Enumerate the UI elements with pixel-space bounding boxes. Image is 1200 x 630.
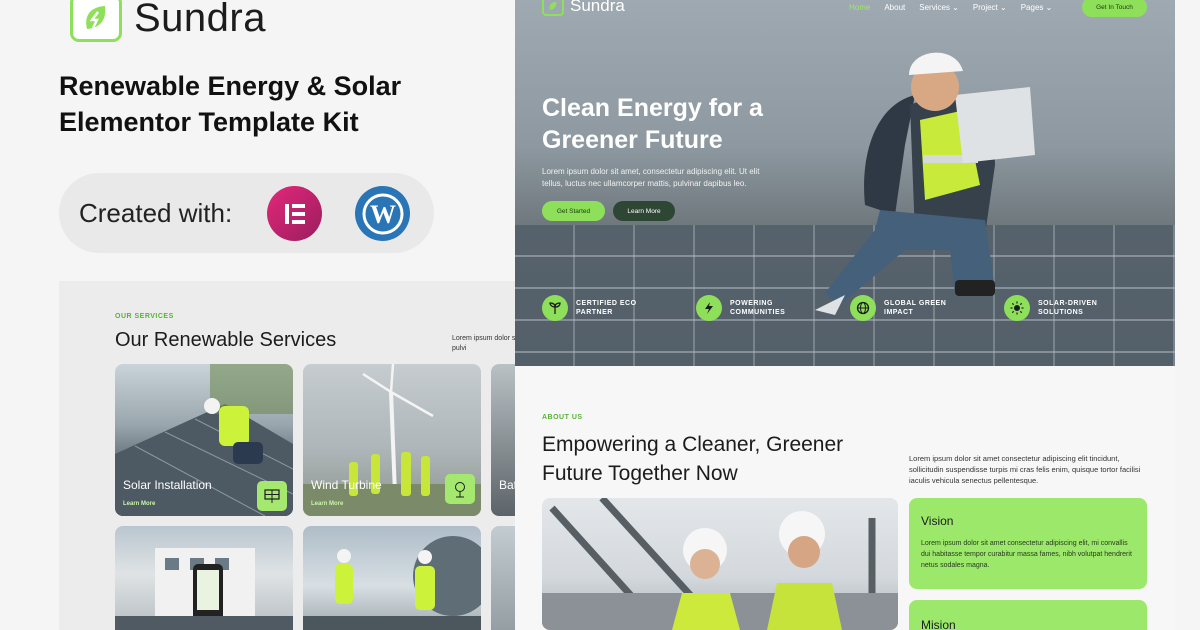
site-brand: Sundra <box>570 0 625 15</box>
created-with-label: Created with: <box>79 197 233 228</box>
hero-title: Clean Energy for a Greener Future <box>542 94 763 154</box>
nav-home[interactable]: Home <box>849 3 870 12</box>
feature-label: POWERING COMMUNITIES <box>730 300 786 316</box>
learn-more-link[interactable]: Learn More <box>311 501 343 507</box>
website-preview: Sundra Home About Services ⌄ Project ⌄ P… <box>515 0 1175 630</box>
feature-powering: POWERING COMMUNITIES <box>696 295 810 321</box>
nav-about[interactable]: About <box>884 3 905 12</box>
vision-desc: Lorem ipsum dolor sit amet consectetur a… <box>921 540 1132 569</box>
feature-label: GLOBAL GREEN IMPACT <box>884 300 947 316</box>
services-preview: OUR SERVICES Our Renewable Services Lore… <box>59 281 519 630</box>
chevron-down-icon: ⌄ <box>1000 3 1007 12</box>
brand-name: Sundra <box>134 0 266 40</box>
service-card-wind[interactable]: Wind Turbine Learn More <box>303 364 481 516</box>
service-card-title: Wind Turbine <box>311 478 382 492</box>
service-card-maintenance[interactable] <box>303 526 481 630</box>
about-kicker: ABOUT US <box>542 414 583 421</box>
feature-label: SOLAR-DRIVEN SOLUTIONS <box>1038 300 1098 316</box>
engineers-image <box>542 498 898 630</box>
learn-more-link[interactable]: Learn More <box>123 501 155 507</box>
feature-solar: SOLAR-DRIVEN SOLUTIONS <box>1004 295 1118 321</box>
nav-project[interactable]: Project ⌄ <box>973 3 1007 12</box>
hero-worker-image <box>815 52 1035 315</box>
feature-global: GLOBAL GREEN IMPACT <box>850 295 964 321</box>
services-title: Our Renewable Services <box>115 329 337 351</box>
promo-title: Renewable Energy & Solar Elementor Templ… <box>59 71 402 137</box>
services-kicker: OUR SERVICES <box>115 313 174 320</box>
vision-title: Vision <box>921 514 954 528</box>
feature-label: CERTIFIED ECO PARTNER <box>576 300 637 316</box>
wind-turbine-icon <box>445 474 475 504</box>
svg-text:W: W <box>370 200 396 229</box>
created-with-pill: Created with: W <box>59 173 434 253</box>
vision-card: Vision Lorem ipsum dolor sit amet consec… <box>909 498 1147 589</box>
wordpress-icon: W <box>355 186 410 241</box>
bolt-icon <box>696 295 722 321</box>
services-desc: Lorem ipsum dolor sit solicitudin vel, p… <box>452 335 519 352</box>
service-card-title: Solar Installation <box>123 478 212 492</box>
main-nav: Home About Services ⌄ Project ⌄ Pages ⌄ <box>849 3 1052 12</box>
elementor-icon <box>267 186 322 241</box>
site-logo[interactable]: Sundra <box>542 0 625 16</box>
service-card-solar[interactable]: Solar Installation Learn More <box>115 364 293 516</box>
mision-title: Mision <box>921 618 956 630</box>
solar-panel-icon <box>257 481 287 511</box>
technicians-image <box>303 536 481 630</box>
about-image <box>542 498 898 630</box>
mision-card: Mision <box>909 600 1147 630</box>
get-in-touch-button[interactable]: Get In Touch <box>1082 0 1147 17</box>
feature-eco-partner: CERTIFIED ECO PARTNER <box>542 295 656 321</box>
nav-pages[interactable]: Pages ⌄ <box>1021 3 1053 12</box>
service-card-home-energy[interactable] <box>115 526 293 630</box>
sun-icon <box>1004 295 1030 321</box>
leaf-icon <box>70 0 122 42</box>
leaf-icon <box>542 0 564 16</box>
about-desc: Lorem ipsum dolor sit amet consectetur a… <box>909 454 1141 485</box>
globe-icon <box>850 295 876 321</box>
chevron-down-icon: ⌄ <box>952 3 959 12</box>
hero-desc: Lorem ipsum dolor sit amet, consectetur … <box>542 167 760 188</box>
smart-home-image <box>115 548 293 630</box>
about-title: Empowering a Cleaner, Greener Future Tog… <box>542 433 844 485</box>
chevron-down-icon: ⌄ <box>1045 3 1053 12</box>
promo-logo: Sundra <box>70 0 266 42</box>
leaf-icon <box>542 295 568 321</box>
nav-services[interactable]: Services ⌄ <box>919 3 959 12</box>
hero-section: Sundra Home About Services ⌄ Project ⌄ P… <box>515 0 1175 366</box>
get-started-button[interactable]: Get Started <box>542 201 605 221</box>
learn-more-button[interactable]: Learn More <box>613 201 675 221</box>
